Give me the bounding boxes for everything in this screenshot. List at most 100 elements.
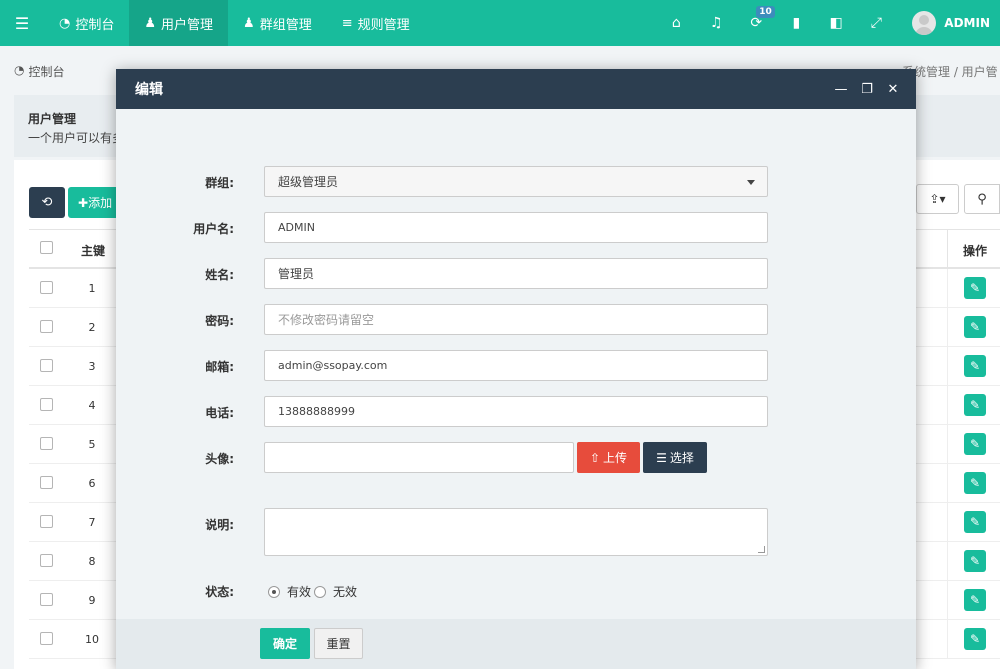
email-field[interactable]: admin@ssopay.com (264, 350, 768, 381)
group-select[interactable]: 超级管理员 (264, 166, 768, 197)
edit-button[interactable]: ✎ (964, 589, 986, 611)
row-operations: ✎ (947, 386, 1000, 424)
phone-label: 电话: (205, 406, 234, 420)
status-radio-valid[interactable] (268, 585, 280, 598)
dialog-footer: 确定 重置 (116, 619, 916, 669)
password-placeholder: 不修改密码请留空 (278, 313, 375, 327)
status-option-invalid-label: 无效 (333, 585, 358, 599)
refresh-icon: ⟲ (41, 195, 53, 210)
row-id: 2 (88, 321, 96, 334)
dialog-header: 编辑 — ❐ ✕ (116, 69, 916, 109)
avatar (912, 11, 937, 35)
row-operations: ✎ (947, 347, 1000, 385)
row-id: 5 (88, 438, 96, 451)
edit-button[interactable]: ✎ (964, 433, 986, 455)
user-icon: ♟ (144, 15, 157, 31)
row-checkbox[interactable] (40, 476, 53, 489)
password-label: 密码: (205, 314, 234, 328)
tab-group-management[interactable]: ♟ 群组管理 (228, 0, 327, 46)
resize-handle-icon[interactable] (758, 546, 765, 553)
email-value: admin@ssopay.com (278, 359, 388, 372)
nickname-field[interactable]: 管理员 (264, 258, 768, 289)
row-id: 6 (88, 477, 96, 490)
dashboard-icon: ◔ (59, 15, 71, 31)
edit-button[interactable]: ✎ (964, 316, 986, 338)
description-textarea[interactable] (264, 508, 768, 556)
reset-button[interactable]: 重置 (314, 628, 363, 659)
column-header-operation: 操作 (947, 230, 1000, 270)
home-icon[interactable]: ⌂ (656, 0, 696, 46)
edit-button[interactable]: ✎ (964, 394, 986, 416)
top-navbar: ☰ ◔ 控制台 ♟ 用户管理 ♟ 群组管理 ≡ 规则管理 ⌂ ♫ ⟳ 10 ▮ ◧… (0, 0, 1000, 46)
upload-button[interactable]: ⇧ 上传 (577, 442, 640, 473)
language-icon[interactable]: ◧ (816, 0, 856, 46)
plus-icon: ✚ (78, 195, 89, 210)
edit-button[interactable]: ✎ (964, 550, 986, 572)
status-label: 状态: (205, 585, 234, 599)
refresh-button[interactable]: ⟲ (29, 187, 65, 218)
group-select-value: 超级管理员 (278, 175, 339, 189)
row-id: 9 (88, 594, 96, 607)
row-checkbox[interactable] (40, 398, 53, 411)
edit-button[interactable]: ✎ (964, 628, 986, 650)
username-field[interactable]: ADMIN (264, 212, 768, 243)
minimize-icon[interactable]: — (830, 69, 852, 109)
row-checkbox[interactable] (40, 632, 53, 645)
upload-button-label: 上传 (603, 451, 628, 465)
menu-toggle-icon[interactable]: ☰ (0, 0, 44, 46)
column-header-id: 主键 (81, 244, 106, 258)
bell-icon[interactable]: ♫ (696, 0, 736, 46)
close-icon[interactable]: ✕ (882, 69, 904, 109)
fullscreen-icon[interactable]: ⤢ (856, 0, 896, 46)
row-id: 10 (85, 633, 99, 646)
row-operations: ✎ (947, 503, 1000, 541)
tab-rule-management[interactable]: ≡ 规则管理 (327, 0, 425, 46)
upload-icon: ⇧ (589, 450, 601, 465)
dialog-title: 编辑 (135, 82, 163, 98)
breadcrumb-home[interactable]: ◔ 控制台 (14, 63, 65, 80)
users-icon: ♟ (243, 15, 255, 31)
row-operations: ✎ (947, 464, 1000, 502)
username-value: ADMIN (278, 221, 315, 234)
password-field[interactable]: 不修改密码请留空 (264, 304, 768, 335)
submit-button[interactable]: 确定 (260, 628, 310, 659)
github-icon[interactable]: ⟳ 10 (736, 0, 776, 46)
phone-field[interactable]: 13888888999 (264, 396, 768, 427)
row-checkbox[interactable] (40, 281, 53, 294)
edit-button[interactable]: ✎ (964, 511, 986, 533)
maximize-icon[interactable]: ❐ (856, 69, 878, 109)
edit-button[interactable]: ✎ (964, 277, 986, 299)
pencil-icon: ✎ (969, 320, 981, 334)
status-radio-invalid[interactable] (314, 585, 327, 598)
edit-button[interactable]: ✎ (964, 355, 986, 377)
row-id: 1 (88, 282, 96, 295)
breadcrumb: 系统管理 / 用户管 (902, 65, 998, 79)
avatar-path-field[interactable] (264, 442, 574, 473)
row-checkbox[interactable] (40, 359, 53, 372)
notification-badge: 10 (756, 6, 775, 18)
username-label: 用户名: (193, 222, 234, 236)
dashboard-icon: ◔ (14, 63, 25, 77)
tab-user-management[interactable]: ♟ 用户管理 (129, 0, 229, 46)
list-icon: ≡ (341, 15, 353, 31)
select-all-checkbox[interactable] (40, 241, 53, 254)
pencil-icon: ✎ (969, 632, 981, 646)
row-checkbox[interactable] (40, 593, 53, 606)
search-button[interactable]: ⚲ (964, 184, 1000, 214)
export-icon: ⇪▾ (929, 192, 946, 206)
row-checkbox[interactable] (40, 515, 53, 528)
dialog-body: 群组: 超级管理员 用户名: ADMIN 姓名: 管理员 密码: 不修改密码请留… (116, 109, 916, 619)
pencil-icon: ✎ (969, 437, 981, 451)
username: ADMIN (944, 16, 990, 30)
trash-icon[interactable]: ▮ (776, 0, 816, 46)
chevron-down-icon (747, 180, 755, 185)
user-menu[interactable]: ADMIN (896, 11, 1000, 35)
row-checkbox[interactable] (40, 554, 53, 567)
choose-button[interactable]: ☰ 选择 (643, 442, 707, 473)
edit-button[interactable]: ✎ (964, 472, 986, 494)
tab-dashboard[interactable]: ◔ 控制台 (44, 0, 129, 46)
breadcrumb-home-label: 控制台 (28, 65, 65, 79)
export-button[interactable]: ⇪▾ (916, 184, 959, 214)
row-checkbox[interactable] (40, 320, 53, 333)
row-checkbox[interactable] (40, 437, 53, 450)
